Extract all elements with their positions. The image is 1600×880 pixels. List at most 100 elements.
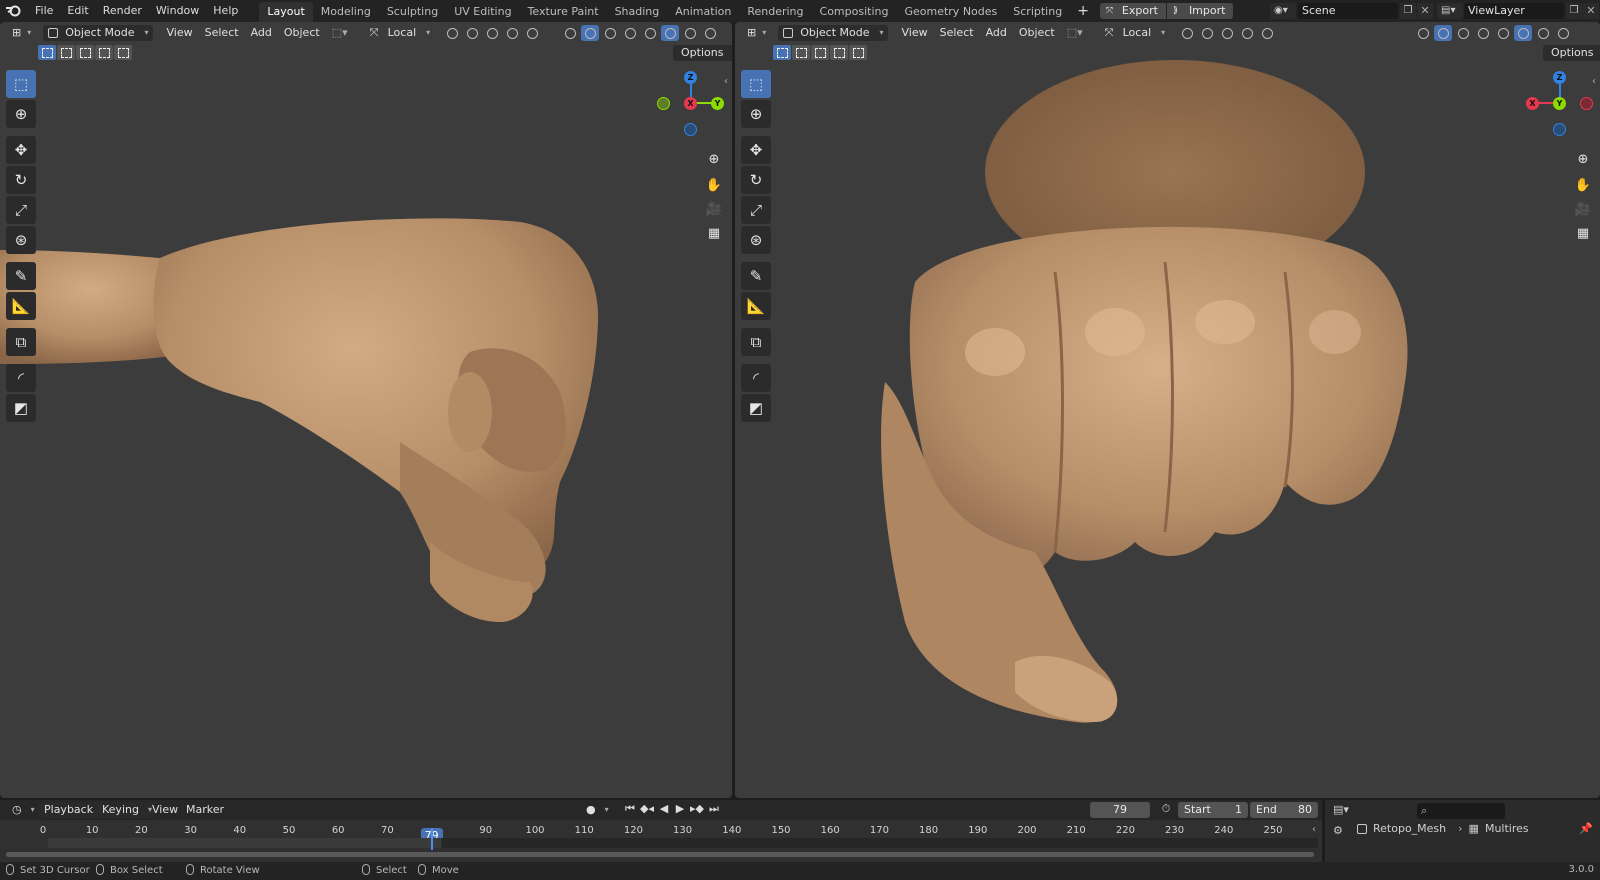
select-mode-new-icon-right[interactable] <box>773 45 791 60</box>
tab-layout[interactable]: Layout <box>259 2 313 22</box>
tab-rendering[interactable]: Rendering <box>739 2 811 22</box>
editor-type-dropdown[interactable]: ⊞ ▾ <box>6 25 35 41</box>
outliner-editor-type-icon[interactable]: ▤▾ <box>1333 803 1349 816</box>
viewport-right[interactable]: ⊞ ▾ Object Mode ▾ View Select Add Object ⬚… <box>735 22 1600 798</box>
menu-edit[interactable]: Edit <box>60 0 95 22</box>
scale-tool-icon-right[interactable]: ⤢ <box>741 196 771 224</box>
transform-tool-icon[interactable]: ⊛ <box>6 226 36 254</box>
select-mode-invert-icon[interactable] <box>95 45 113 60</box>
ortho-grid-icon[interactable]: ▦ <box>703 222 725 244</box>
object-mode-dropdown-right[interactable]: Object Mode ▾ <box>778 25 888 41</box>
tab-animation[interactable]: Animation <box>667 2 739 22</box>
export-button[interactable]: ⤧ Export <box>1099 3 1166 19</box>
add-menu[interactable]: Add <box>245 25 278 41</box>
tab-modeling[interactable]: Modeling <box>313 2 379 22</box>
snap-target-icon-right[interactable] <box>1218 25 1236 41</box>
gizmo-y-axis-right[interactable]: Y <box>1553 97 1566 110</box>
gizmo-toggle-icon-right[interactable] <box>1434 25 1453 41</box>
scene-browse-icon[interactable]: ◉▾ <box>1270 3 1296 19</box>
overlays-icon[interactable] <box>601 25 619 41</box>
pivot-icon[interactable] <box>443 25 461 41</box>
add-workspace-icon[interactable]: + <box>1070 0 1096 22</box>
view-layer-field[interactable]: ViewLayer <box>1464 3 1564 19</box>
select-mode-intersect-icon[interactable] <box>114 45 132 60</box>
viewport-left[interactable]: ⊞ ▾ Object Mode ▾ View Select Add Object ⬚… <box>0 22 732 798</box>
transform-orientation-dropdown-right[interactable]: ⤧ Local ▾ <box>1101 25 1170 41</box>
tab-scripting[interactable]: Scripting <box>1005 2 1070 22</box>
properties-tools-icon[interactable]: ⚙ <box>1333 824 1343 837</box>
select-mode-extend-icon[interactable] <box>57 45 75 60</box>
sidebar-toggle-icon[interactable]: ‹ <box>724 76 728 87</box>
transform-tool-icon-right[interactable]: ⊛ <box>741 226 771 254</box>
select-mode-new-icon[interactable] <box>38 45 56 60</box>
timeline-view-menu[interactable]: View <box>146 802 184 818</box>
select-mode-extend-icon-right[interactable] <box>792 45 810 60</box>
rendered-shading-icon-right[interactable] <box>1554 25 1572 41</box>
camera-view-icon-right[interactable]: 🎥 <box>1572 198 1594 220</box>
object-mode-dropdown[interactable]: Object Mode ▾ <box>43 25 153 41</box>
solid-shading-icon-right[interactable] <box>1514 25 1533 41</box>
frame-end-field[interactable]: End 80 <box>1250 802 1318 818</box>
preview-range-icon[interactable]: ⏱ <box>1157 802 1175 818</box>
blender-logo-icon[interactable] <box>0 0 28 22</box>
navigation-gizmo[interactable]: Z Y X <box>650 70 724 136</box>
tab-uv-editing[interactable]: UV Editing <box>446 2 519 22</box>
gizmo-z-axis[interactable]: Z <box>684 71 697 84</box>
jump-start-icon[interactable]: ⏮ <box>622 802 638 816</box>
tab-sculpting[interactable]: Sculpting <box>379 2 446 22</box>
navigation-gizmo-right[interactable]: Z X Y <box>1519 70 1593 136</box>
menu-window[interactable]: Window <box>149 0 206 22</box>
outliner-search-input[interactable]: ⌕ <box>1417 803 1505 819</box>
delete-scene-icon[interactable]: ✕ <box>1417 3 1433 19</box>
menu-help[interactable]: Help <box>206 0 245 22</box>
cursor-tool-icon-right[interactable]: ⊕ <box>741 100 771 128</box>
select-box-tool-icon[interactable]: ⬚ <box>6 70 36 98</box>
new-scene-icon[interactable]: ❐ <box>1400 3 1416 19</box>
gizmo-neg-z-axis-right[interactable] <box>1553 123 1566 136</box>
import-button[interactable]: ⟫ Import <box>1166 3 1234 19</box>
viewport-icon-right[interactable]: ⬚▾ <box>1061 25 1089 41</box>
gizmo-neg-z-axis[interactable] <box>684 123 697 136</box>
solid-shading-icon[interactable] <box>661 25 680 41</box>
options-dropdown[interactable]: Options▾ <box>673 45 732 61</box>
annotate-tool-icon[interactable]: ✎ <box>6 262 36 290</box>
gizmo-y-axis[interactable]: Y <box>711 97 724 110</box>
visibility-icon-right[interactable] <box>1414 25 1432 41</box>
rotate-tool-icon[interactable]: ↻ <box>6 166 36 194</box>
extra-tool-2-icon-right[interactable]: ◩ <box>741 394 771 422</box>
gizmo-x-axis-right[interactable]: X <box>1526 97 1539 110</box>
snap-icon[interactable] <box>463 25 481 41</box>
ortho-grid-icon-right[interactable]: ▦ <box>1572 222 1594 244</box>
falloff-icon-right[interactable] <box>1258 25 1276 41</box>
menu-file[interactable]: File <box>28 0 60 22</box>
next-keyframe-icon[interactable]: ▸◆ <box>688 802 706 816</box>
object-menu[interactable]: Object <box>278 25 326 41</box>
wireframe-shading-icon[interactable] <box>641 25 659 41</box>
pivot-icon-right[interactable] <box>1178 25 1196 41</box>
view-menu[interactable]: View <box>161 25 199 41</box>
play-icon[interactable]: ▶ <box>672 802 688 816</box>
transform-orientation-dropdown[interactable]: ⤧ Local ▾ <box>366 25 435 41</box>
gizmo-neg-x-axis-right[interactable] <box>1580 97 1593 110</box>
editor-type-dropdown-right[interactable]: ⊞ ▾ <box>741 25 770 41</box>
select-box-tool-icon-right[interactable]: ⬚ <box>741 70 771 98</box>
rendered-shading-icon[interactable] <box>701 25 719 41</box>
zoom-icon-right[interactable]: ⊕ <box>1572 148 1594 170</box>
annotate-tool-icon-right[interactable]: ✎ <box>741 262 771 290</box>
new-view-layer-icon[interactable]: ❐ <box>1566 3 1582 19</box>
jump-end-icon[interactable]: ⏭ <box>706 802 722 816</box>
gizmo-neg-y-axis[interactable] <box>657 97 670 110</box>
pan-hand-icon[interactable]: ✋ <box>703 174 725 196</box>
measure-tool-icon-right[interactable]: 📐 <box>741 292 771 320</box>
pan-hand-icon-right[interactable]: ✋ <box>1572 174 1594 196</box>
move-tool-icon-right[interactable]: ✥ <box>741 136 771 164</box>
select-mode-intersect-icon-right[interactable] <box>849 45 867 60</box>
options-dropdown-right[interactable]: Options▾ <box>1543 45 1600 61</box>
menu-render[interactable]: Render <box>96 0 149 22</box>
proportional-editing-icon[interactable] <box>503 25 521 41</box>
prev-keyframe-icon[interactable]: ◆◂ <box>638 802 656 816</box>
add-menu-right[interactable]: Add <box>980 25 1013 41</box>
snap-icon-right[interactable] <box>1198 25 1216 41</box>
material-shading-icon[interactable] <box>681 25 699 41</box>
visibility-icon[interactable] <box>561 25 579 41</box>
